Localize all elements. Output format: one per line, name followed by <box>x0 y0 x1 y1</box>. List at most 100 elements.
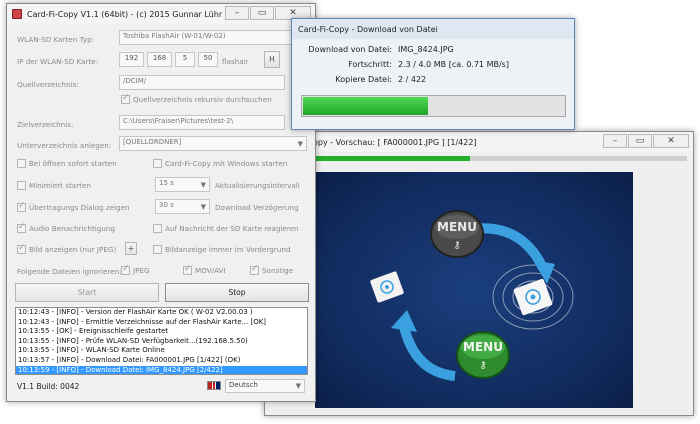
checkbox-icon <box>121 264 130 275</box>
maximize-icon[interactable]: ▭ <box>250 6 274 20</box>
preview-progress-track <box>313 156 687 161</box>
download-window: Card-Fi-Copy - Download von Datei Downlo… <box>291 18 575 130</box>
preview-title: opy - Vorschau: [ FA000001.JPG ] [1/422] <box>313 137 477 147</box>
download-progress-bar <box>301 95 566 117</box>
menu-bottom-label: MENU <box>463 340 503 354</box>
subdir-select[interactable]: [QUELLORDNER] ▼ <box>119 136 307 151</box>
on-message-label: Auf Nachricht der SD Karte reagieren <box>165 224 299 233</box>
chevron-down-icon: ▼ <box>297 140 303 148</box>
preview-titlebar[interactable]: opy - Vorschau: [ FA000001.JPG ] [1/422]… <box>265 132 693 152</box>
app-icon <box>12 9 22 19</box>
download-titlebar[interactable]: Card-Fi-Copy - Download von Datei <box>292 19 574 39</box>
checkbox-icon <box>17 243 26 254</box>
minimize-icon[interactable]: – <box>603 134 627 148</box>
ignore-jpeg-checkbox[interactable]: JPEG <box>121 264 150 275</box>
start-with-windows-checkbox[interactable]: Card-Fi-Copy mit Windows starten <box>153 159 287 168</box>
start-button[interactable]: Start <box>15 283 159 302</box>
show-image-checkbox[interactable]: Bild anzeigen (nur JPEG) <box>17 243 117 254</box>
ignore-jpeg-label: JPEG <box>133 266 150 275</box>
ignore-other-checkbox[interactable]: Sonstige <box>250 264 294 275</box>
wlan-type-value: Toshiba FlashAir (W-01/W-02) <box>123 32 226 40</box>
on-message-checkbox[interactable]: Auf Nachricht der SD Karte reagieren <box>153 224 299 233</box>
checkbox-icon <box>17 222 26 233</box>
uk-flag-icon <box>207 381 221 390</box>
preview-progress-fill <box>313 156 471 161</box>
close-icon[interactable]: ✕ <box>653 134 689 148</box>
wlan-type-select[interactable]: Toshiba FlashAir (W-01/W-02) <box>119 30 307 45</box>
minimize-icon[interactable]: – <box>225 6 249 20</box>
log-line[interactable]: 10:13:59 - [INFO] - Download Datei: IMG_… <box>16 365 307 374</box>
svg-text:⚷: ⚷ <box>479 360 486 371</box>
checkbox-icon <box>17 181 26 190</box>
source-recursive-checkbox[interactable]: Quellverzeichnis rekursiv durchsuchen <box>121 93 272 104</box>
refresh-label: Aktualisierungsintervall <box>215 181 300 190</box>
ip-part-3[interactable]: 5 <box>175 52 195 67</box>
preview-illustration: MENU ⚷ MENU ⚷ <box>370 210 574 381</box>
show-image-label: Bild anzeigen (nur JPEG) <box>29 245 117 254</box>
subdir-value: [QUELLORDNER] <box>123 138 182 146</box>
audio-label: Audio Benachrichtigung <box>29 224 116 233</box>
start-with-windows-label: Card-Fi-Copy mit Windows starten <box>165 159 288 168</box>
help-button[interactable]: H <box>264 51 280 68</box>
refresh-interval-select[interactable]: 15 s ▼ <box>155 177 210 192</box>
download-delay-value: 30 s <box>159 201 174 209</box>
menu-top-label: MENU <box>437 220 477 234</box>
plus-button[interactable]: + <box>125 242 137 255</box>
maximize-icon[interactable]: ▭ <box>628 134 652 148</box>
ip-suffix: flashair <box>222 57 249 66</box>
show-dialog-checkbox[interactable]: Übertragungs Dialog zeigen <box>17 201 130 212</box>
foreground-checkbox[interactable]: Bildanzeige immer im Vordergrund <box>153 245 290 254</box>
source-input[interactable]: /DCIM/ <box>119 75 285 90</box>
copy-value: 2 / 422 <box>398 75 427 84</box>
chevron-down-icon: ▼ <box>200 181 206 189</box>
main-window: Card-Fi-Copy V1.1 (64bit) - (c) 2015 Gun… <box>6 3 316 402</box>
download-delay-label: Download Verzögerung <box>215 203 299 212</box>
ignore-other-label: Sonstige <box>262 266 294 275</box>
wlan-type-label: WLAN-SD Karten Typ: <box>17 35 95 44</box>
ip-part-1[interactable]: 192 <box>119 52 144 67</box>
file-label: Download von Datei: <box>308 45 392 54</box>
chevron-down-icon: ▼ <box>200 203 206 211</box>
ip-part-2[interactable]: 168 <box>147 52 172 67</box>
checkbox-icon <box>250 264 259 275</box>
main-titlebar[interactable]: Card-Fi-Copy V1.1 (64bit) - (c) 2015 Gun… <box>7 4 315 24</box>
ignore-mov-checkbox[interactable]: MOV/AVI <box>183 264 226 275</box>
audio-checkbox[interactable]: Audio Benachrichtigung <box>17 222 116 233</box>
preview-image: MENU ⚷ MENU ⚷ <box>315 172 633 408</box>
checkbox-icon <box>183 264 192 275</box>
minimized-checkbox[interactable]: Minimiert starten <box>17 181 91 190</box>
checkbox-icon <box>121 93 130 104</box>
preview-window: opy - Vorschau: [ FA000001.JPG ] [1/422]… <box>264 131 694 416</box>
log-line[interactable]: 10:13:55 - [INFO] - Prüfe WLAN-SD Verfüg… <box>16 337 307 347</box>
source-label: Quellverzeichnis: <box>17 80 79 89</box>
language-dropdown[interactable]: Deutsch ▼ <box>225 378 305 393</box>
progress-label: Fortschritt: <box>348 60 392 69</box>
svg-text:⚷: ⚷ <box>453 240 460 251</box>
start-on-open-checkbox[interactable]: Bei öffnen sofort starten <box>17 159 117 168</box>
file-value: IMG_8424.JPG <box>398 45 454 54</box>
target-input[interactable]: C:\Users\Fraiser\Pictures\test-2\ <box>119 115 285 130</box>
checkbox-icon <box>153 159 162 168</box>
ignore-label: Folgende Dateien ignorieren: <box>17 267 122 276</box>
build-label: V1.1 Build: 0042 <box>17 382 80 391</box>
show-dialog-label: Übertragungs Dialog zeigen <box>29 203 130 212</box>
download-progress-fill <box>303 97 429 115</box>
checkbox-icon <box>17 201 26 212</box>
log-line[interactable]: 10:12:43 - [INFO] - Version der FlashAir… <box>16 308 307 318</box>
download-delay-select[interactable]: 30 s ▼ <box>155 199 210 214</box>
source-recursive-label: Quellverzeichnis rekursiv durchsuchen <box>133 95 272 104</box>
log-line[interactable]: 10:12:43 - [INFO] - Ermittle Verzeichnis… <box>16 318 307 328</box>
main-title: Card-Fi-Copy V1.1 (64bit) - (c) 2015 Gun… <box>27 9 223 19</box>
log-list[interactable]: 10:12:43 - [INFO] - Version der FlashAir… <box>15 307 308 375</box>
progress-value: 2.3 / 4.0 MB [ca. 0.71 MB/s] <box>398 60 509 69</box>
log-line[interactable]: 10:13:57 - [INFO] - Download Datei: FA00… <box>16 356 307 366</box>
checkbox-icon <box>153 224 162 233</box>
language-select[interactable]: Deutsch ▼ <box>207 378 307 393</box>
refresh-value: 15 s <box>159 179 174 187</box>
foreground-label: Bildanzeige immer im Vordergrund <box>165 245 291 254</box>
ip-part-4[interactable]: 50 <box>198 52 218 67</box>
log-line[interactable]: 10:13:55 - [OK] - Ereignisschleife gesta… <box>16 327 307 337</box>
log-line[interactable]: 10:13:55 - [INFO] - WLAN-SD Karte Online <box>16 346 307 356</box>
stop-button[interactable]: Stop <box>165 283 309 302</box>
ignore-mov-label: MOV/AVI <box>195 266 226 275</box>
